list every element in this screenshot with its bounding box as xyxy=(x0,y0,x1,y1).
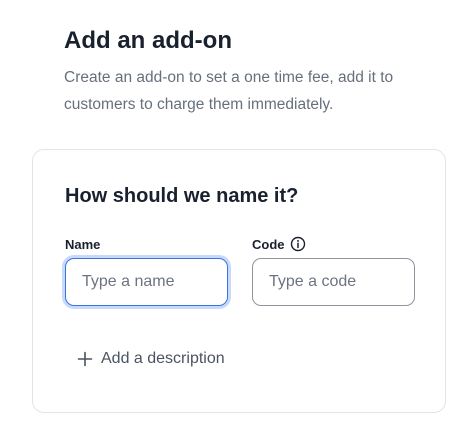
code-field-group: Code xyxy=(252,236,415,306)
name-field-group: Name xyxy=(65,236,228,306)
card-title: How should we name it? xyxy=(65,185,299,207)
name-label: Name xyxy=(65,236,228,252)
add-description-button[interactable]: Add a description xyxy=(77,350,225,368)
page-title: Add an add-on xyxy=(64,27,232,54)
code-label-text: Code xyxy=(252,236,285,252)
plus-icon xyxy=(77,351,93,367)
name-input[interactable] xyxy=(65,258,228,306)
addon-name-card: How should we name it? Name Code xyxy=(32,149,446,413)
info-icon[interactable] xyxy=(290,236,306,252)
code-label: Code xyxy=(252,236,415,252)
name-label-text: Name xyxy=(65,236,101,252)
add-description-label: Add a description xyxy=(101,350,225,367)
page-header: Add an add-on Create an add-on to set a … xyxy=(64,26,444,118)
code-input[interactable] xyxy=(252,258,415,306)
page-subtitle: Create an add-on to set a one time fee, … xyxy=(64,69,394,113)
